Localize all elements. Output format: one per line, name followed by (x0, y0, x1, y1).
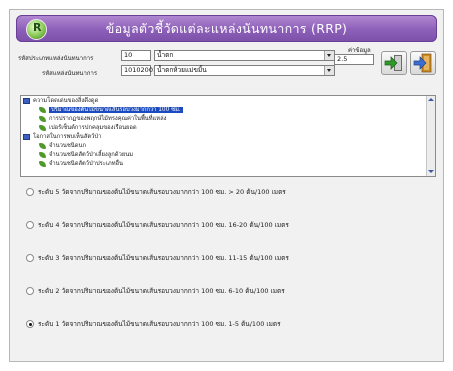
indicator-tree[interactable]: ความโดดเด่นของสิ่งดึงดูด ปริมาณของต้นไม้… (20, 95, 436, 177)
radio-button-checked[interactable] (26, 320, 34, 328)
level-option-selected[interactable]: ระดับ 1 วัดจากปริมาณของต้นไม้ขนาดเส้นรอบ… (26, 319, 281, 329)
source-code-input[interactable]: 101020011 (121, 65, 161, 76)
type-name-value: น้ำตก (157, 51, 174, 59)
exit-door-icon (413, 53, 432, 73)
radio-button[interactable] (26, 287, 34, 295)
save-button[interactable] (381, 51, 407, 75)
level-option[interactable]: ระดับ 4 วัดจากปริมาณของต้นไม้ขนาดเส้นรอบ… (26, 220, 289, 230)
tree-node[interactable]: จำนวนชนิดนก (39, 142, 86, 150)
tree-node[interactable]: จำนวนชนิดสัตว์ป่าเลี้ยงลูกด้วยนม (39, 151, 133, 159)
radio-button[interactable] (26, 188, 34, 196)
tree-scrollbar[interactable] (426, 96, 435, 176)
leaf-icon (39, 106, 46, 113)
level-option[interactable]: ระดับ 3 วัดจากปริมาณของต้นไม้ขนาดเส้นรอบ… (26, 253, 289, 263)
app-window: R ข้อมูลตัวชี้วัดแต่ละแหล่งนันทนาการ (RR… (9, 9, 444, 362)
type-name-select[interactable]: น้ำตก (154, 50, 335, 61)
leaf-icon (39, 151, 46, 158)
book-icon (23, 133, 30, 140)
radio-button[interactable] (26, 254, 34, 262)
value-input[interactable]: 2.5 (334, 54, 374, 65)
scroll-down-icon[interactable] (427, 168, 435, 176)
chevron-down-icon[interactable] (324, 66, 334, 75)
tree-node[interactable]: การปรากฏของพฤกษ์ไม้ทรงคุณค่าในพื้นที่แหล… (39, 115, 167, 123)
level-option[interactable]: ระดับ 2 วัดจากปริมาณของต้นไม้ขนาดเส้นรอบ… (26, 286, 285, 296)
level-option[interactable]: ระดับ 5 วัดจากปริมาณของต้นไม้ขนาดเส้นรอบ… (26, 187, 286, 197)
source-name-value: น้ำตกห้วยแม่ขมิ้น (157, 66, 207, 74)
book-icon (23, 97, 30, 104)
leaf-icon (39, 142, 46, 149)
tree-node[interactable]: ความโดดเด่นของสิ่งดึงดูด (23, 97, 98, 105)
leaf-icon (39, 115, 46, 122)
window-title: ข้อมูลตัวชี้วัดแต่ละแหล่งนันทนาการ (RRP) (105, 21, 348, 36)
leaf-icon (39, 160, 46, 167)
tree-node[interactable]: โอกาสในการพบเห็นสัตว์ป่า (23, 133, 101, 141)
scroll-up-icon[interactable] (427, 96, 435, 104)
source-name-select[interactable]: น้ำตกห้วยแม่ขมิ้น (154, 65, 335, 76)
tree-node-selected[interactable]: ปริมาณของต้นไม้ขนาดเส้นรอบวงมากกว่า 100 … (39, 106, 183, 114)
tree-node[interactable]: จำนวนชนิดสัตว์ป่าประเภทอื่น (39, 160, 123, 168)
source-code-label: รหัสแหล่งนันทนาการ (42, 70, 98, 77)
type-code-input[interactable]: 10 (121, 50, 151, 61)
radio-button[interactable] (26, 221, 34, 229)
type-code-label: รหัสประเภทแหล่งนันทนาการ (18, 55, 94, 62)
leaf-icon (39, 124, 46, 131)
chevron-down-icon[interactable] (324, 51, 334, 60)
green-arrow-save-icon (384, 55, 402, 71)
tree-node[interactable]: เปอร์เซ็นต์การปกคลุมของเรือนยอด (39, 124, 137, 132)
title-bar: R ข้อมูลตัวชี้วัดแต่ละแหล่งนันทนาการ (RR… (16, 15, 437, 42)
exit-button[interactable] (410, 51, 436, 75)
